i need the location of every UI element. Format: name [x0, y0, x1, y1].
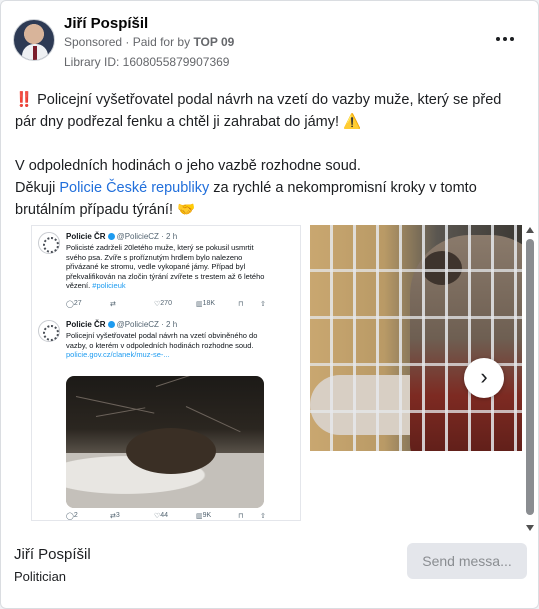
repost-icon: ⇄ — [110, 301, 116, 308]
library-id: Library ID: 1608055879907369 — [64, 55, 230, 69]
ad-footer: Jiří Pospíšil Politician Send messa... — [1, 531, 538, 608]
paid-for-by: TOP 09 — [193, 35, 235, 49]
post-body: ‼️ Policejní vyšetřovatel podal návrh na… — [15, 89, 525, 221]
tweet-handle: @PolicieCZ · 2 h — [116, 320, 178, 329]
carousel-slide-dog-photo[interactable] — [310, 225, 522, 451]
tweet-account: Policie ČR — [66, 232, 106, 241]
tweet-text: Policisté zadrželi 20letého muže, který … — [66, 243, 265, 290]
post-text-1: Policejní vyšetřovatel podal návrh na vz… — [15, 92, 502, 130]
share-icon: ⇧ — [260, 513, 266, 520]
scroll-up-icon[interactable] — [526, 227, 534, 233]
footer-role: Politician — [14, 569, 67, 584]
avatar[interactable] — [13, 19, 55, 61]
like-icon: ♡ 270 — [154, 300, 172, 308]
tweet-text: Policejní vyšetřovatel podal návrh na vz… — [66, 331, 258, 359]
send-message-button[interactable]: Send messa... — [407, 543, 527, 579]
sponsored-line: Sponsored · Paid for by TOP 09 — [64, 35, 234, 49]
bookmark-icon: ⊓ — [238, 301, 244, 308]
tweet-photo-grave — [66, 376, 264, 508]
share-icon: ⇧ — [260, 301, 266, 308]
tweet-account: Policie ČR — [66, 320, 106, 329]
post-text-3-pre: Děkuji — [15, 180, 56, 196]
post-paragraph-1: ‼️ Policejní vyšetřovatel podal návrh na… — [15, 89, 525, 133]
tweet-header: Policie ČR @PolicieCZ · 2 h — [66, 320, 177, 329]
chevron-right-icon: › — [480, 364, 488, 389]
tweet-2-actions: ◯ 2 ⇄ 3 ♡ 44 ▥ 9K ⊓ ⇧ — [66, 512, 276, 522]
post-text-2: V odpoledních hodinách o jeho vazbě rozh… — [15, 158, 361, 174]
tweet-link: policie.gov.cz/clanek/muz-se-... — [66, 350, 170, 359]
verified-icon — [107, 233, 115, 241]
next-slide-button[interactable]: › — [464, 358, 504, 398]
tweet-actions: ◯ 27 ⇄ ♡ 270 ▥ 18K ⊓ ⇧ — [66, 300, 276, 310]
repost-icon: ⇄ 3 — [110, 512, 120, 520]
paid-for-prefix: · Paid for by — [125, 35, 191, 49]
double-exclamation-icon: ‼️ — [15, 92, 34, 108]
more-options-icon[interactable] — [496, 33, 516, 45]
reply-icon: ◯ 2 — [66, 512, 78, 520]
police-logo-icon — [38, 320, 60, 342]
like-icon: ♡ 44 — [154, 512, 169, 520]
post-paragraph-2: V odpoledních hodinách o jeho vazbě rozh… — [15, 155, 525, 221]
post-header: Jiří Pospíšil Sponsored · Paid for by TO… — [13, 13, 526, 73]
views-icon: ▥ 9K — [196, 512, 212, 520]
verified-icon — [107, 321, 115, 329]
ad-card: Jiří Pospíšil Sponsored · Paid for by TO… — [0, 0, 539, 609]
warning-icon: ⚠️ — [343, 114, 362, 130]
footer-name[interactable]: Jiří Pospíšil — [14, 546, 91, 563]
reply-icon: ◯ 27 — [66, 300, 82, 308]
scrollbar[interactable] — [525, 227, 535, 531]
bookmark-icon: ⊓ — [238, 513, 244, 520]
sponsored-label: Sponsored — [64, 35, 123, 49]
scroll-thumb[interactable] — [526, 239, 534, 515]
tweet-header: Policie ČR @PolicieCZ · 2 h — [66, 232, 177, 241]
handshake-icon: 🤝 — [177, 202, 196, 218]
police-logo-icon — [38, 232, 60, 254]
carousel-slide-tweets[interactable]: Policie ČR @PolicieCZ · 2 h Policisté zad… — [31, 225, 301, 521]
tweet-hashtag: #policieuk — [92, 281, 126, 290]
tweet-handle: @PolicieCZ · 2 h — [116, 232, 178, 241]
views-icon: ▥ 18K — [196, 300, 216, 308]
author-name[interactable]: Jiří Pospíšil — [64, 15, 148, 32]
image-carousel[interactable]: Policie ČR @PolicieCZ · 2 h Policisté zad… — [1, 225, 538, 523]
police-link[interactable]: Policie České republiky — [59, 180, 209, 196]
